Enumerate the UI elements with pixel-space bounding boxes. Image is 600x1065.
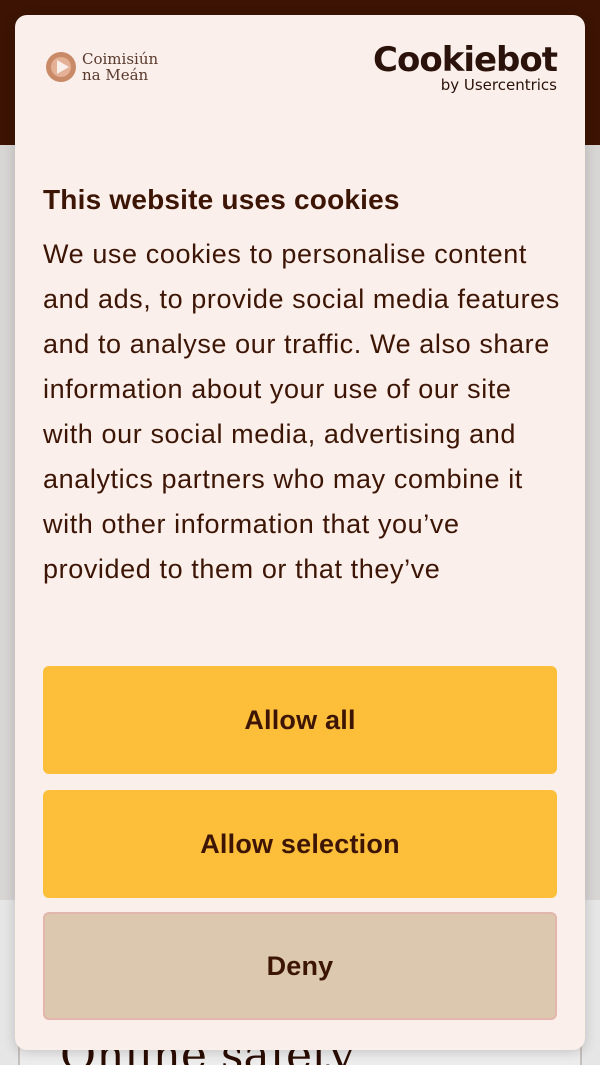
- cookie-consent-dialog: Coimisiún na Meán Cookiebot by Usercentr…: [15, 15, 585, 1050]
- cookiebot-logo: Cookiebot by Usercentrics: [373, 40, 558, 93]
- allow-selection-button[interactable]: Allow selection: [43, 790, 557, 898]
- dialog-body-text: We use cookies to personalise content an…: [43, 239, 560, 584]
- allow-all-button[interactable]: Allow all: [43, 666, 557, 774]
- dialog-title: This website uses cookies: [43, 184, 400, 215]
- dialog-content[interactable]: This website uses cookies We use cookies…: [43, 180, 563, 612]
- dialog-header: Coimisiún na Meán Cookiebot by Usercentr…: [15, 15, 585, 125]
- brand-name-line1: Coimisiún: [82, 50, 159, 68]
- deny-button[interactable]: Deny: [43, 912, 557, 1020]
- cookiebot-name: Cookiebot: [373, 40, 558, 80]
- brand-logo: Coimisiún na Meán: [45, 51, 158, 83]
- brand-logo-icon: [46, 52, 76, 82]
- brand-name-line2: na Meán: [82, 66, 149, 84]
